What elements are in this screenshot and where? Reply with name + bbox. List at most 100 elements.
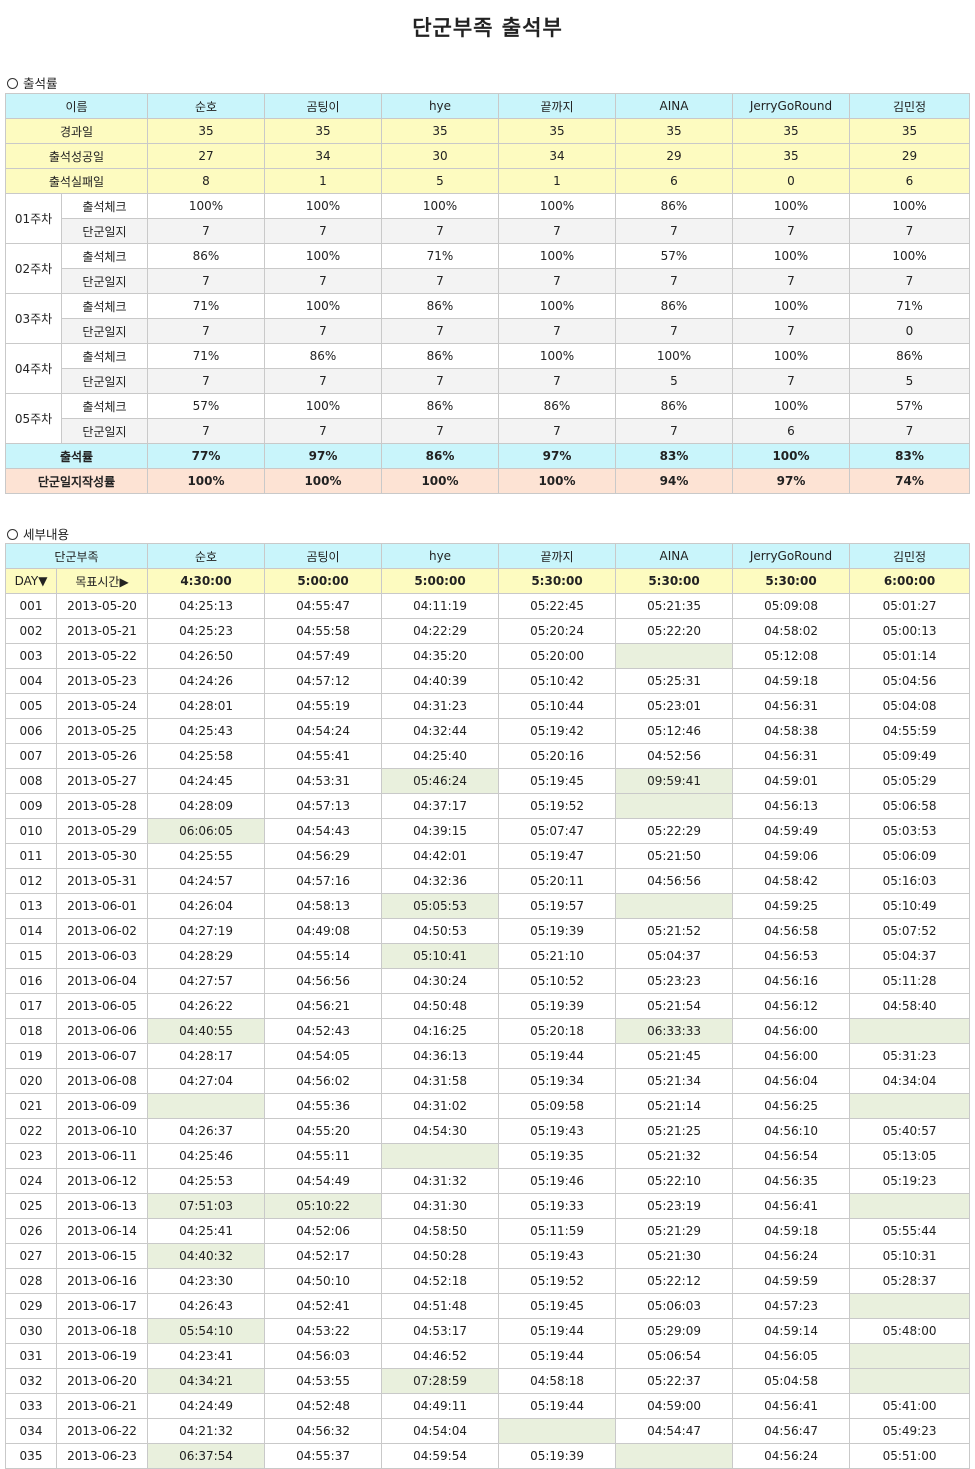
stat-value: 29: [615, 143, 733, 169]
wake-time-cell: 07:28:59: [381, 1368, 500, 1394]
wake-time-cell: 05:04:37: [615, 943, 734, 969]
wake-time-cell: 05:22:12: [615, 1268, 734, 1294]
attendance-row: 003 2013-05-22 04:26:50 04:57:49 04:35:20 05:…: [5, 643, 971, 669]
date-cell: 2013-05-22: [55, 643, 149, 669]
wake-time-cell: 05:10:49: [849, 893, 971, 919]
attendance-row: 009 2013-05-28 04:28:09 04:57:13 04:37:17 05:…: [5, 793, 971, 819]
attendance-row: 029 2013-06-17 04:26:43 04:52:41 04:51:48 05:…: [5, 1293, 971, 1319]
column-header-member: JerryGoRound: [732, 93, 850, 119]
wake-time-cell: 05:22:45: [498, 593, 617, 619]
date-cell: 2013-05-26: [55, 743, 149, 769]
wake-time-cell: 05:20:11: [498, 868, 617, 894]
check-label: 출석체크: [61, 293, 148, 319]
diary-rate-value: 100%: [498, 468, 616, 494]
date-cell: 2013-06-08: [55, 1068, 149, 1094]
attendance-rate-value: 97%: [498, 443, 616, 469]
week-check-row: 02주차 출석체크 86% 100% 71% 100% 57% 100% 100%: [5, 243, 970, 294]
wake-time-cell: 04:53:31: [264, 768, 383, 794]
wake-time-cell: 07:51:03: [147, 1193, 266, 1219]
date-cell: 2013-06-03: [55, 943, 149, 969]
column-header-member: hye: [381, 543, 500, 569]
column-header-member: hye: [381, 93, 499, 119]
target-time-label: 목표시간▶: [55, 568, 149, 594]
attendance-row: 010 2013-05-29 06:06:05 04:54:43 04:39:15 05:…: [5, 818, 971, 844]
check-value: 100%: [264, 193, 382, 219]
date-cell: 2013-05-28: [55, 793, 149, 819]
diary-value: 7: [732, 218, 850, 244]
check-value: 100%: [615, 343, 733, 369]
wake-time-cell: 05:22:10: [615, 1168, 734, 1194]
diary-rate-value: 100%: [381, 468, 499, 494]
stat-value: 35: [147, 118, 265, 144]
day-number: 027: [5, 1243, 57, 1269]
wake-time-cell: 05:19:23: [849, 1168, 971, 1194]
check-value: 86%: [381, 343, 499, 369]
wake-time-cell: 05:25:31: [615, 668, 734, 694]
day-number: 021: [5, 1093, 57, 1119]
day-number: 033: [5, 1393, 57, 1419]
check-value: 57%: [615, 243, 733, 269]
stat-label: 출석실패일: [5, 168, 148, 194]
wake-time-cell: 06:33:33: [615, 1018, 734, 1044]
diary-value: 7: [147, 218, 265, 244]
attendance-rate-value: 83%: [615, 443, 733, 469]
wake-time-cell: 04:58:42: [732, 868, 851, 894]
wake-time-cell: 05:10:52: [498, 968, 617, 994]
wake-time-cell: 04:56:16: [732, 968, 851, 994]
wake-time-cell: 04:56:02: [264, 1068, 383, 1094]
attendance-row: 022 2013-06-10 04:26:37 04:55:20 04:54:30 05:…: [5, 1118, 971, 1144]
date-cell: 2013-05-24: [55, 693, 149, 719]
attendance-rate-label: 출석률: [5, 443, 148, 469]
wake-time-cell: 05:20:24: [498, 618, 617, 644]
wake-time-cell: 04:59:54: [381, 1443, 500, 1469]
week-diary-row: 단군일지 7 7 7 7 7 6 7: [6, 418, 970, 444]
date-cell: 2013-06-11: [55, 1143, 149, 1169]
column-header-member: 끝까지: [498, 93, 616, 119]
wake-time-cell: 04:50:48: [381, 993, 500, 1019]
wake-time-cell: 04:56:12: [732, 993, 851, 1019]
date-cell: 2013-06-01: [55, 893, 149, 919]
diary-value: 7: [147, 368, 265, 394]
week-check-row: 04주차 출석체크 71% 86% 86% 100% 100% 100% 86%: [5, 343, 970, 394]
stat-value: 35: [732, 118, 850, 144]
wake-time-cell: 04:54:30: [381, 1118, 500, 1144]
week-check-row: 05주차 출석체크 57% 100% 86% 86% 86% 100% 57%: [5, 393, 970, 444]
stat-value: 35: [381, 118, 499, 144]
day-sort-label: DAY▼: [5, 568, 57, 594]
target-time-row: DAY▼ 목표시간▶ 4:30:00 5:00:00 5:00:00 5:30:00 5:3…: [5, 568, 971, 594]
wake-time-cell: 05:10:42: [498, 668, 617, 694]
wake-time-cell: 05:21:54: [615, 993, 734, 1019]
check-value: 100%: [264, 293, 382, 319]
diary-rate-value: 97%: [732, 468, 850, 494]
attendance-row: 018 2013-06-06 04:40:55 04:52:43 04:16:25 05:…: [5, 1018, 971, 1044]
date-cell: 2013-06-16: [55, 1268, 149, 1294]
wake-time-cell: 04:28:01: [147, 693, 266, 719]
wake-time-cell: 04:57:13: [264, 793, 383, 819]
attendance-row: 025 2013-06-13 07:51:03 05:10:22 04:31:30 05:…: [5, 1193, 971, 1219]
wake-time-cell: 05:09:08: [732, 593, 851, 619]
wake-time-cell: 04:54:47: [615, 1418, 734, 1444]
attendance-row: 001 2013-05-20 04:25:13 04:55:47 04:11:19 05:…: [5, 593, 971, 619]
wake-time-cell: 04:28:29: [147, 943, 266, 969]
day-number: 022: [5, 1118, 57, 1144]
diary-value: 7: [381, 318, 499, 344]
check-value: 86%: [147, 243, 265, 269]
column-header-member: 끝까지: [498, 543, 617, 569]
wake-time-cell: 05:06:58: [849, 793, 971, 819]
attendance-row: 035 2013-06-23 06:37:54 04:55:37 04:59:54 05:…: [5, 1443, 971, 1469]
wake-time-cell: [498, 1418, 617, 1444]
attendance-row: 023 2013-06-11 04:25:46 04:55:11 05:19:35 05:…: [5, 1143, 971, 1169]
attendance-row: 024 2013-06-12 04:25:53 04:54:49 04:31:32 05:…: [5, 1168, 971, 1194]
wake-time-cell: 04:56:24: [732, 1443, 851, 1469]
wake-time-cell: 04:23:30: [147, 1268, 266, 1294]
stat-value: 6: [615, 168, 733, 194]
check-value: 57%: [147, 393, 265, 419]
wake-time-cell: 05:22:29: [615, 818, 734, 844]
wake-time-cell: 05:19:43: [498, 1118, 617, 1144]
page-title: 단군부족 출석부: [412, 16, 563, 40]
attendance-row: 020 2013-06-08 04:27:04 04:56:02 04:31:58 05:…: [5, 1068, 971, 1094]
diary-value: 7: [381, 268, 499, 294]
wake-time-cell: 05:19:52: [498, 1268, 617, 1294]
target-time-value: 5:00:00: [264, 568, 383, 594]
date-cell: 2013-05-27: [55, 768, 149, 794]
